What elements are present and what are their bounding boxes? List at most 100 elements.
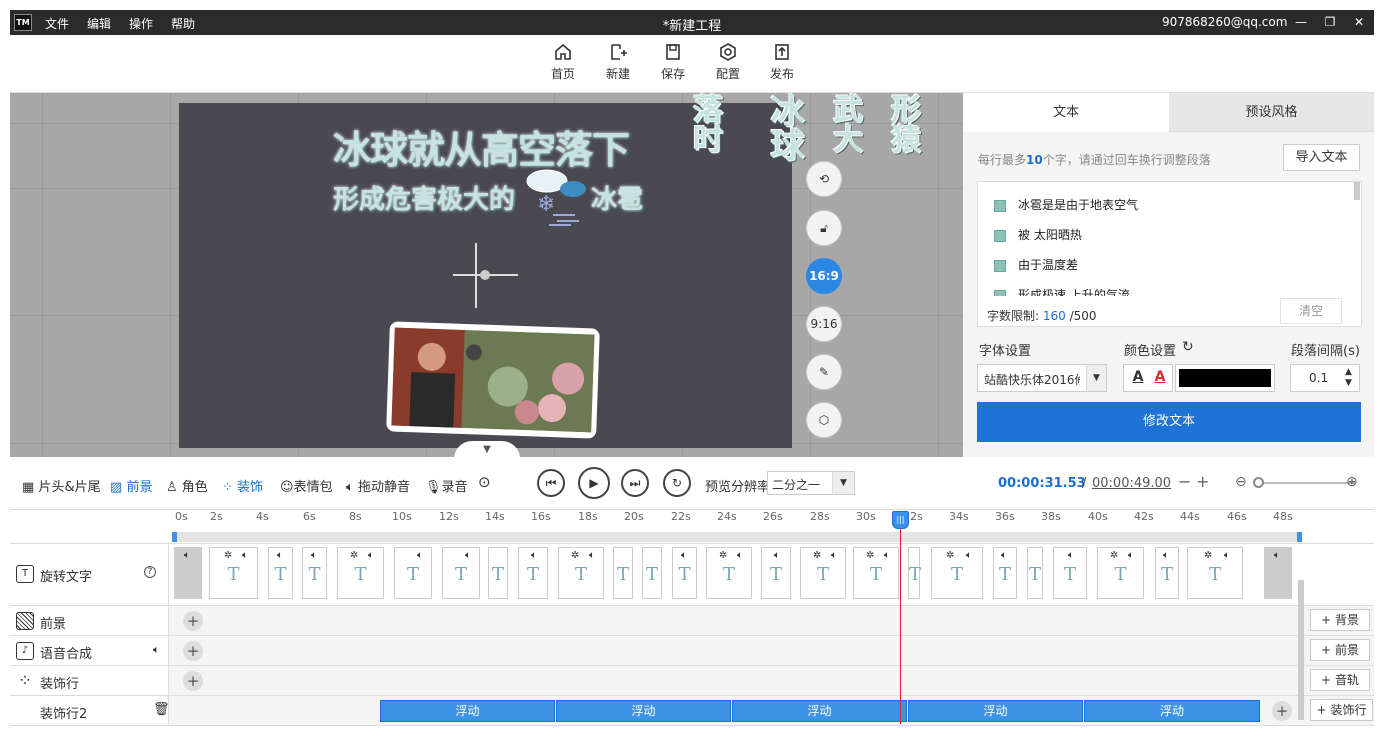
help-icon[interactable]: ? — [144, 566, 156, 578]
home-button[interactable]: 首页 — [543, 43, 583, 82]
clip[interactable]: T — [1027, 547, 1043, 599]
checkbox-icon[interactable] — [994, 199, 1006, 212]
clip[interactable]: ✲ 🔈︎ T — [337, 547, 384, 599]
add-clip-button[interactable]: + — [183, 611, 203, 631]
user-email[interactable]: 907868260@qq.com — [1162, 15, 1287, 29]
save-button[interactable]: 保存 — [653, 43, 693, 82]
emoji-tab[interactable]: ☺表情包 — [280, 476, 333, 495]
clip[interactable]: ✲ 🔈︎ T — [853, 547, 899, 599]
playhead-handle[interactable]: ||| — [892, 511, 909, 529]
weather-sticker[interactable]: ❄ — [519, 159, 589, 229]
preview-resolution-select[interactable]: 二分之一 ▼ — [767, 471, 855, 495]
clip[interactable]: 🔈︎ T — [518, 547, 548, 599]
clip[interactable]: T — [488, 547, 508, 599]
timeline-scrollbar[interactable] — [172, 532, 1302, 542]
checkbox-icon[interactable] — [994, 259, 1006, 272]
zoom-in-icon[interactable]: ⊕ — [1346, 474, 1358, 490]
ratio-9-16-button[interactable]: 9:16 — [806, 306, 842, 342]
add-clip-button[interactable]: + — [1272, 701, 1292, 721]
clip[interactable]: 🔈︎ T — [1053, 547, 1087, 599]
chevron-down-icon[interactable]: ▼ — [832, 472, 854, 494]
import-text-button[interactable]: 导入文本 — [1283, 144, 1360, 171]
record-tab[interactable]: 🎙︎录音 — [425, 476, 468, 495]
intro-outro-tab[interactable]: ▦ 片头&片尾 — [22, 476, 101, 495]
vertical-text-1[interactable]: 落时 — [682, 93, 726, 153]
chevron-down-icon[interactable]: ▼ — [1086, 365, 1106, 391]
drag-mute-tab[interactable]: 🔈︎ 拖动静音 — [346, 476, 410, 495]
subline-text-b[interactable]: 冰雹 — [591, 179, 643, 216]
zoom-slider[interactable] — [1255, 482, 1355, 484]
minimize-icon[interactable]: — — [1290, 12, 1312, 32]
clip[interactable]: ✲ 🔈︎ T — [1097, 547, 1144, 599]
add-decoration-row-button[interactable]: + 装饰行 — [1310, 699, 1373, 721]
clip[interactable]: ✲ 🔈︎ T — [209, 547, 258, 599]
clip[interactable]: 🔈︎ T — [302, 547, 327, 599]
preview-canvas[interactable]: 冰球就从高空落下 形成危害极大的 ❄ 冰雹 — [179, 103, 792, 448]
clip[interactable]: ✲ 🔈︎ T — [931, 547, 983, 599]
float-clip[interactable]: 浮动 — [908, 700, 1083, 722]
clip[interactable]: ✲ 🔈︎ T — [706, 547, 752, 599]
clip[interactable]: 🔈︎ T — [993, 547, 1017, 599]
unlock-button[interactable]: 🔓︎ — [806, 210, 842, 246]
refresh-icon[interactable]: ↻ — [1182, 339, 1194, 355]
add-background-button[interactable]: + 背景 — [1310, 609, 1370, 631]
total-time[interactable]: 00:00:49.00 — [1092, 476, 1171, 491]
stroke-color-icon[interactable]: A — [1151, 369, 1169, 387]
speaker-icon[interactable]: 🔈︎ — [153, 643, 160, 657]
tab-preset-style[interactable]: 预设风格 — [1169, 93, 1374, 132]
text-lines-list[interactable]: 冰雹是是由于地表空气 被 太阳晒热 由于温度差 形成极速 上升的气流 字数限制:… — [977, 181, 1362, 327]
color-picker[interactable] — [1175, 364, 1275, 392]
restore-icon[interactable]: ❐ — [1319, 12, 1341, 32]
trash-icon[interactable]: 🗑︎ — [153, 702, 170, 717]
spacing-stepper[interactable]: 0.1 ▲ ▼ — [1290, 364, 1360, 392]
publish-button[interactable]: 发布 — [762, 43, 802, 82]
clip[interactable]: 🔈︎ T — [268, 547, 293, 599]
checkbox-icon[interactable] — [994, 229, 1006, 242]
play-button[interactable]: ▶ — [578, 467, 610, 499]
vertical-text-3[interactable]: 武大 — [822, 93, 866, 153]
vertical-text-4[interactable]: 形猿 — [880, 93, 924, 153]
checkbox-icon[interactable] — [994, 289, 1006, 296]
chevron-down-icon[interactable]: ▼ — [1345, 378, 1352, 388]
clear-button[interactable]: 清空 — [1280, 298, 1342, 324]
clip[interactable]: 🔈︎ — [1264, 547, 1292, 599]
float-clip[interactable]: 浮动 — [380, 700, 555, 722]
minus-icon[interactable]: − — [1178, 472, 1191, 491]
collapse-toggle[interactable]: ▼ — [454, 441, 520, 457]
config-button[interactable]: 配置 — [708, 43, 748, 82]
chevron-up-icon[interactable]: ▲ — [1345, 367, 1352, 377]
character-tab[interactable]: ♙ 角色 — [166, 476, 208, 495]
next-button[interactable]: ⏭ — [621, 469, 649, 497]
zoom-slider-handle[interactable] — [1253, 477, 1264, 488]
prev-button[interactable]: ⏮ — [537, 469, 565, 497]
modify-text-button[interactable]: 修改文本 — [977, 402, 1361, 442]
tracks-scrollbar[interactable] — [1298, 580, 1304, 720]
list-item[interactable]: 冰雹是是由于地表空气 — [994, 196, 1138, 216]
font-select[interactable]: 站酷快乐体2016修 ▼ — [977, 364, 1107, 392]
replay-button[interactable]: ↻ — [663, 469, 691, 497]
close-icon[interactable]: ✕ — [1348, 12, 1370, 32]
clip[interactable]: T — [908, 547, 921, 599]
list-item[interactable]: 被 太阳晒热 — [994, 226, 1082, 246]
decoration-tab[interactable]: ⁘ 装饰 — [222, 476, 263, 495]
float-clip[interactable]: 浮动 — [556, 700, 731, 722]
clip[interactable]: ✲ 🔈︎ T — [558, 547, 604, 599]
clip[interactable]: T — [613, 547, 633, 599]
clip[interactable]: 🔈︎ T — [672, 547, 697, 599]
settings-button[interactable]: ⬡ — [806, 402, 842, 438]
clip[interactable]: ✲ 🔈︎ T — [800, 547, 846, 599]
float-clip[interactable]: 浮动 — [732, 700, 907, 722]
list-item[interactable]: 形成极速 上升的气流 — [994, 286, 1130, 296]
font-color-icon[interactable]: A — [1129, 369, 1147, 387]
add-foreground-button[interactable]: + 前景 — [1310, 639, 1370, 661]
clip[interactable]: 🔈︎ T — [1155, 547, 1179, 599]
plus-icon[interactable]: + — [1196, 472, 1209, 491]
rotate-button[interactable]: ⟲ — [806, 161, 842, 197]
clip[interactable]: 🔈︎ T — [394, 547, 432, 599]
clip[interactable]: T — [642, 547, 662, 599]
add-clip-button[interactable]: + — [183, 671, 203, 691]
photo-frame[interactable] — [386, 321, 600, 439]
float-clip[interactable]: 浮动 — [1084, 700, 1260, 722]
add-audio-track-button[interactable]: + 音轨 — [1310, 669, 1370, 691]
add-clip-button[interactable]: + — [183, 641, 203, 661]
